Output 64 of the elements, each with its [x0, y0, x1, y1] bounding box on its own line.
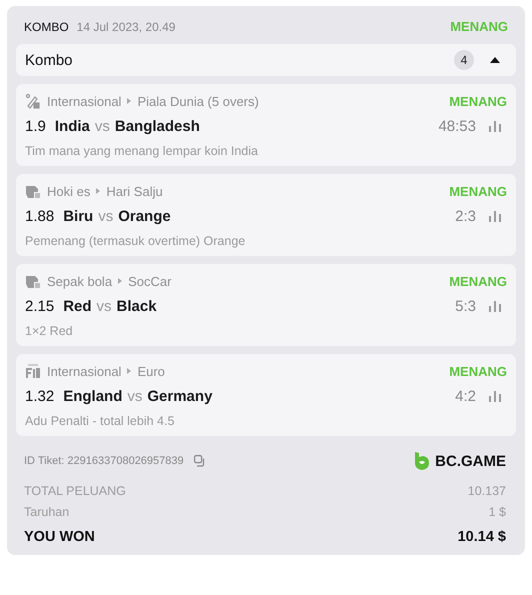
versus-label: vs: [127, 388, 142, 405]
chevron-icon: [96, 188, 100, 194]
market-label: Pemenang (termasuk overtime) Orange: [25, 234, 246, 248]
odds-value: 1.32: [25, 388, 54, 405]
summary-value: 10.137: [468, 484, 506, 498]
market-label: 1×2 Red: [25, 324, 74, 338]
league-label: Piala Dunia (5 overs): [137, 94, 259, 108]
stats-icon[interactable]: [489, 391, 501, 402]
bet-status: MENANG: [449, 274, 507, 288]
bet-status: MENANG: [449, 94, 507, 108]
category-label: Sepak bola: [47, 274, 112, 288]
match-score: 5:3: [455, 298, 476, 315]
combo-toggle[interactable]: Kombo 4: [16, 44, 516, 76]
bet-type: KOMBO: [24, 20, 69, 34]
match-score: 4:2: [455, 388, 476, 405]
summary-label: Taruhan: [24, 505, 70, 519]
market-label: Adu Penalti - total lebih 4.5: [25, 414, 176, 428]
team-name: England: [63, 388, 122, 405]
stats-icon[interactable]: [489, 211, 501, 222]
league-label: Hari Salju: [106, 184, 163, 198]
odds-value: 1.88: [25, 208, 54, 225]
count-badge: 4: [454, 50, 474, 70]
bet-status: MENANG: [449, 364, 507, 378]
versus-label: vs: [96, 298, 112, 315]
match-score: 48:53: [438, 118, 476, 135]
team-name: Orange: [118, 208, 171, 225]
bet-status: MENANG: [449, 184, 507, 198]
summary-value: 10.14 $: [458, 529, 506, 545]
versus-label: vs: [98, 208, 114, 225]
category-label: Internasional: [47, 364, 122, 378]
summary-label: YOU WON: [24, 529, 95, 545]
combo-title: Kombo: [25, 52, 73, 68]
odds-value: 1.9: [25, 118, 46, 135]
chevron-icon: [118, 278, 122, 284]
copy-icon: [194, 455, 206, 467]
league-label: SocCar: [128, 274, 172, 288]
league-label: Euro: [137, 364, 165, 378]
stats-icon[interactable]: [489, 121, 501, 132]
chevron-icon: [127, 368, 132, 374]
market-label: Tim mana yang menang lempar koin India: [25, 144, 259, 158]
sport-icon: [25, 363, 41, 379]
team-name: Black: [116, 298, 157, 315]
summary-value: 1 $: [488, 505, 506, 519]
bet-status: MENANG: [450, 19, 508, 34]
category-label: Internasional: [47, 94, 122, 108]
team-name: Red: [63, 298, 92, 315]
bet-date: 14 Jul 2023, 20.49: [76, 20, 176, 34]
sport-icon: [25, 183, 41, 199]
summary-label: TOTAL PELUANG: [24, 484, 126, 498]
team-name: Bangladesh: [114, 118, 200, 135]
odds-value: 2.15: [25, 298, 54, 315]
category-label: Hoki es: [47, 184, 90, 198]
team-name: India: [54, 118, 90, 135]
sport-icon: [25, 273, 41, 289]
ticket-id: ID Tiket: 2291633708026957839: [24, 455, 184, 467]
versus-label: vs: [94, 118, 110, 135]
sport-icon: [25, 93, 41, 109]
stats-icon[interactable]: [489, 301, 501, 312]
team-name: Germany: [147, 388, 212, 405]
chevron-icon: [127, 98, 132, 104]
brand-logo: BC.GAME: [414, 452, 506, 470]
team-name: Biru: [63, 208, 94, 225]
match-score: 2:3: [455, 208, 476, 225]
logo-icon: [414, 452, 430, 470]
